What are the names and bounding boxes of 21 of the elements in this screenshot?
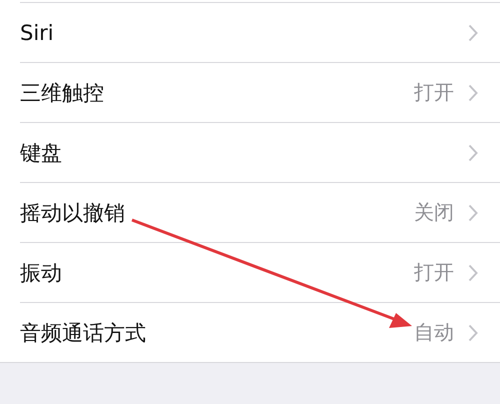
row-label: Siri [20,20,55,44]
row-value: 打开 [414,259,454,286]
settings-row[interactable]: Siri [20,2,500,62]
chevron-icon [468,264,478,282]
row-value: 打开 [414,79,454,106]
row-label: 振动 [20,260,63,286]
chevron-icon [468,24,478,42]
settings-row[interactable]: 三维触控 打开 [20,62,500,122]
row-value: 关闭 [414,199,454,226]
row-label: 三维触控 [20,80,105,106]
row-label: 音频通话方式 [20,320,147,346]
chevron-icon [468,84,478,102]
settings-row[interactable]: 摇动以撤销 关闭 [20,182,500,242]
row-label: 键盘 [20,140,63,166]
settings-row[interactable]: 键盘 [20,122,500,182]
row-label: 摇动以撤销 [20,200,126,226]
chevron-icon [468,204,478,222]
settings-row[interactable]: 振动 打开 [20,242,500,302]
row-value: 自动 [414,319,454,346]
chevron-icon [468,324,478,342]
chevron-icon [468,144,478,162]
